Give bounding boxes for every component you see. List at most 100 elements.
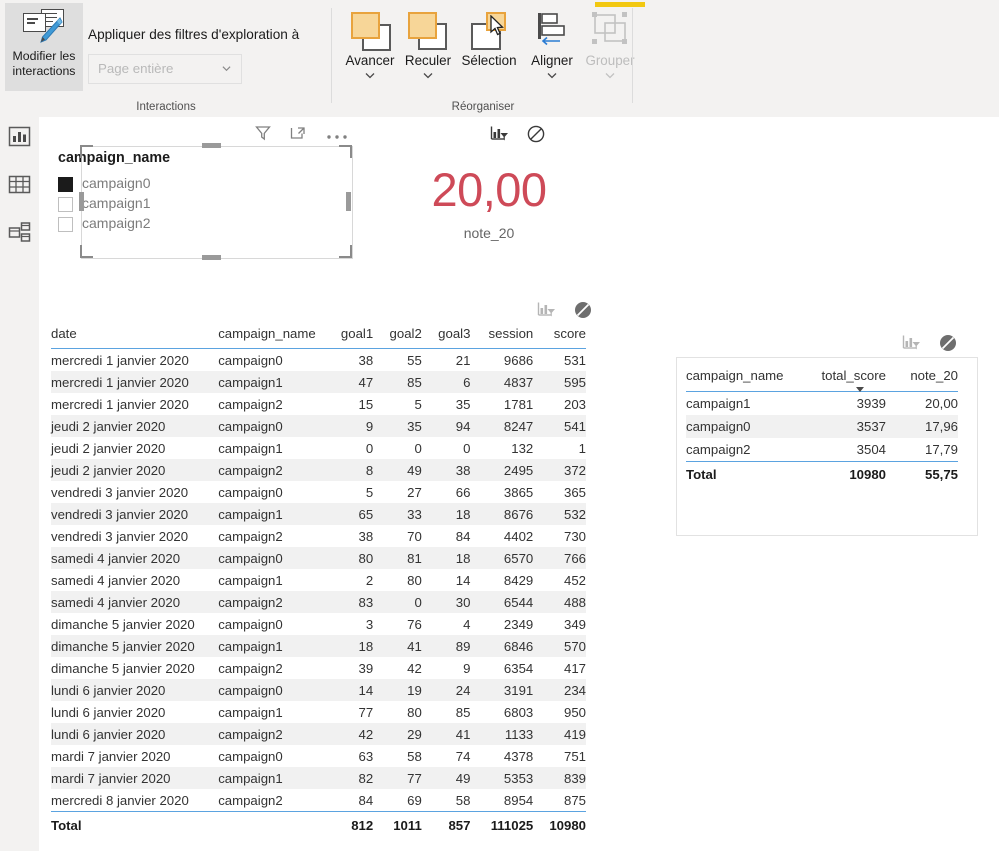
table-row[interactable]: samedi 4 janvier 2020 campaign2 83 0 30 6544 4… — [51, 591, 586, 613]
summary-matrix-visual[interactable]: campaign_name total_score note_20 campai… — [676, 357, 978, 536]
cell-goal1: 83 — [358, 594, 374, 610]
column-header-date[interactable]: date — [51, 322, 219, 349]
summary-row[interactable]: campaign0 3537 17,96 — [686, 415, 958, 438]
table-row[interactable]: vendredi 3 janvier 2020 campaign0 5 27 66 386… — [51, 481, 586, 503]
resize-handle-top-left[interactable] — [80, 145, 93, 158]
cell-campaign-name: campaign1 — [218, 770, 283, 786]
cell-goal3: 58 — [455, 792, 471, 808]
cell-score: 365 — [563, 484, 586, 500]
cell-score: 531 — [563, 352, 586, 368]
filter-icon[interactable] — [254, 124, 272, 147]
table-row[interactable]: dimanche 5 janvier 2020 campaign0 3 76 4 2349… — [51, 613, 586, 635]
summary-row[interactable]: campaign1 3939 20,00 — [686, 392, 958, 416]
cell-date: dimanche 5 janvier 2020 — [51, 638, 195, 654]
send-backward-icon — [406, 10, 450, 50]
cell-date: samedi 4 janvier 2020 — [51, 572, 181, 588]
cell-goal3: 74 — [455, 748, 471, 764]
table-row[interactable]: mardi 7 janvier 2020 campaign0 63 58 74 4378 7… — [51, 745, 586, 767]
resize-handle-bottom-right[interactable] — [339, 245, 352, 258]
cell-goal1: 63 — [358, 748, 374, 764]
table-row[interactable]: dimanche 5 janvier 2020 campaign2 39 42 9 635… — [51, 657, 586, 679]
table-row[interactable]: mercredi 8 janvier 2020 campaign2 84 69 58 89… — [51, 789, 586, 812]
resize-handle-top-right[interactable] — [339, 145, 352, 158]
interactions-group-label: Interactions — [136, 101, 196, 113]
main-data-table[interactable]: date campaign_name goal1 goal2 goal3 ses… — [51, 322, 586, 839]
table-row[interactable]: vendredi 3 janvier 2020 campaign1 65 33 18 86… — [51, 503, 586, 525]
cell-campaign-name: campaign2 — [218, 594, 283, 610]
selection-pane-button[interactable]: Sélection — [455, 6, 523, 94]
column-header-campaign-name[interactable]: campaign_name — [686, 365, 798, 392]
cell-session: 8676 — [503, 506, 534, 522]
column-header-score[interactable]: score — [533, 322, 586, 349]
resize-handle-top[interactable] — [202, 143, 221, 148]
more-options-icon[interactable] — [326, 128, 348, 146]
apply-drill-filters-label: Appliquer des filtres d'exploration à — [88, 27, 300, 42]
table-row[interactable]: lundi 6 janvier 2020 campaign1 77 80 85 6803 9… — [51, 701, 586, 723]
send-backward-button[interactable]: Reculer — [399, 6, 457, 94]
table-row[interactable]: vendredi 3 janvier 2020 campaign2 38 70 84 44… — [51, 525, 586, 547]
column-header-session[interactable]: session — [470, 322, 534, 349]
column-header-total-score[interactable]: total_score — [798, 365, 886, 392]
cell-goal3: 24 — [455, 682, 471, 698]
no-interaction-icon[interactable] — [526, 124, 546, 149]
total-session: 111025 — [470, 811, 534, 839]
table-row[interactable]: mercredi 1 janvier 2020 campaign0 38 55 21 96… — [51, 349, 586, 372]
resize-handle-left[interactable] — [79, 192, 84, 211]
cell-goal3: 84 — [455, 528, 471, 544]
column-header-goal3[interactable]: goal3 — [421, 322, 471, 349]
summary-row[interactable]: campaign2 3504 17,79 — [686, 438, 958, 462]
table-row[interactable]: samedi 4 janvier 2020 campaign0 80 81 18 6570… — [51, 547, 586, 569]
cell-score: 541 — [563, 418, 586, 434]
cell-goal2: 0 — [414, 440, 422, 456]
chart-filter-icon[interactable] — [489, 124, 509, 149]
cell-goal2: 0 — [414, 594, 422, 610]
cell-goal3: 14 — [455, 572, 471, 588]
resize-handle-bottom-left[interactable] — [80, 245, 93, 258]
no-interaction-icon[interactable] — [938, 333, 958, 358]
cell-goal2: 55 — [407, 352, 422, 368]
cell-goal3: 9 — [463, 660, 471, 676]
edit-interactions-label-line1: Modifier les — [12, 49, 76, 63]
cell-campaign-name: campaign1 — [218, 374, 283, 390]
cell-session: 2349 — [503, 616, 534, 632]
slicer-item-label: campaign1 — [82, 195, 151, 211]
ribbon: Modifier les interactions Appliquer des … — [0, 0, 999, 117]
send-backward-label: Reculer — [404, 53, 452, 68]
table-row[interactable]: lundi 6 janvier 2020 campaign0 14 19 24 3191 2… — [51, 679, 586, 701]
align-button[interactable]: Aligner — [523, 6, 581, 94]
column-header-goal2[interactable]: goal2 — [373, 322, 422, 349]
cell-session: 6803 — [503, 704, 534, 720]
edit-interactions-button[interactable]: Modifier les interactions — [5, 3, 83, 91]
cell-campaign-name: campaign1 — [686, 396, 751, 411]
bring-forward-button[interactable]: Avancer — [341, 6, 399, 94]
cell-score: 875 — [563, 792, 586, 808]
group-label: Grouper — [585, 53, 635, 68]
report-view-icon[interactable] — [8, 125, 31, 148]
cell-session: 8247 — [503, 418, 534, 434]
column-header-note20[interactable]: note_20 — [886, 365, 958, 392]
cell-score: 766 — [563, 550, 586, 566]
table-row[interactable]: dimanche 5 janvier 2020 campaign1 18 41 89 68… — [51, 635, 586, 657]
table-row[interactable]: mardi 7 janvier 2020 campaign1 82 77 49 5353 8… — [51, 767, 586, 789]
drill-filter-scope-dropdown[interactable]: Page entière — [88, 54, 242, 84]
table-row[interactable]: jeudi 2 janvier 2020 campaign2 8 49 38 2495 37… — [51, 459, 586, 481]
table-row[interactable]: jeudi 2 janvier 2020 campaign0 9 35 94 8247 54… — [51, 415, 586, 437]
cell-session: 4402 — [503, 528, 534, 544]
model-view-icon[interactable] — [8, 221, 31, 244]
column-header-campaign-name[interactable]: campaign_name — [218, 322, 325, 349]
column-header-goal1[interactable]: goal1 — [324, 322, 374, 349]
chart-filter-icon[interactable] — [901, 333, 921, 358]
cell-campaign-name: campaign1 — [218, 638, 283, 654]
cell-goal1: 8 — [365, 462, 374, 478]
table-row[interactable]: mercredi 1 janvier 2020 campaign1 47 85 6 483… — [51, 371, 586, 393]
resize-handle-bottom[interactable] — [202, 255, 221, 260]
cell-date: mercredi 1 janvier 2020 — [51, 374, 189, 390]
table-row[interactable]: samedi 4 janvier 2020 campaign1 2 80 14 8429 4… — [51, 569, 586, 591]
focus-mode-icon[interactable] — [289, 124, 307, 147]
data-view-icon[interactable] — [8, 173, 31, 196]
table-row[interactable]: jeudi 2 janvier 2020 campaign1 0 0 0 132 1 — [51, 437, 586, 459]
cell-session: 2495 — [503, 462, 534, 478]
total-goal2: 1011 — [373, 811, 422, 839]
table-row[interactable]: lundi 6 janvier 2020 campaign2 42 29 41 1133 4… — [51, 723, 586, 745]
table-row[interactable]: mercredi 1 janvier 2020 campaign2 15 5 35 178… — [51, 393, 586, 415]
